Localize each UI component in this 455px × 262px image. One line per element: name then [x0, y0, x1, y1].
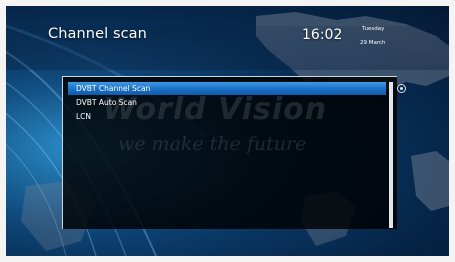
- clock-day: Tuesday: [362, 26, 385, 32]
- clock-date: 29 March: [360, 40, 386, 46]
- clock-time: 16:02: [302, 27, 343, 43]
- scroll-indicator-icon: [397, 84, 406, 93]
- tv-frame: Channel scan 16:02 Tuesday 29 March Worl…: [0, 0, 455, 262]
- menu-item-lcn[interactable]: LCN: [68, 110, 386, 123]
- menu-scrollbar[interactable]: [389, 82, 393, 228]
- menu-item-dvbt-channel-scan[interactable]: DVBT Channel Scan: [68, 82, 386, 95]
- menu-item-dvbt-auto-scan[interactable]: DVBT Auto Scan: [68, 96, 386, 109]
- slogan-watermark: we make the future: [118, 133, 307, 155]
- page-title: Channel scan: [48, 26, 147, 42]
